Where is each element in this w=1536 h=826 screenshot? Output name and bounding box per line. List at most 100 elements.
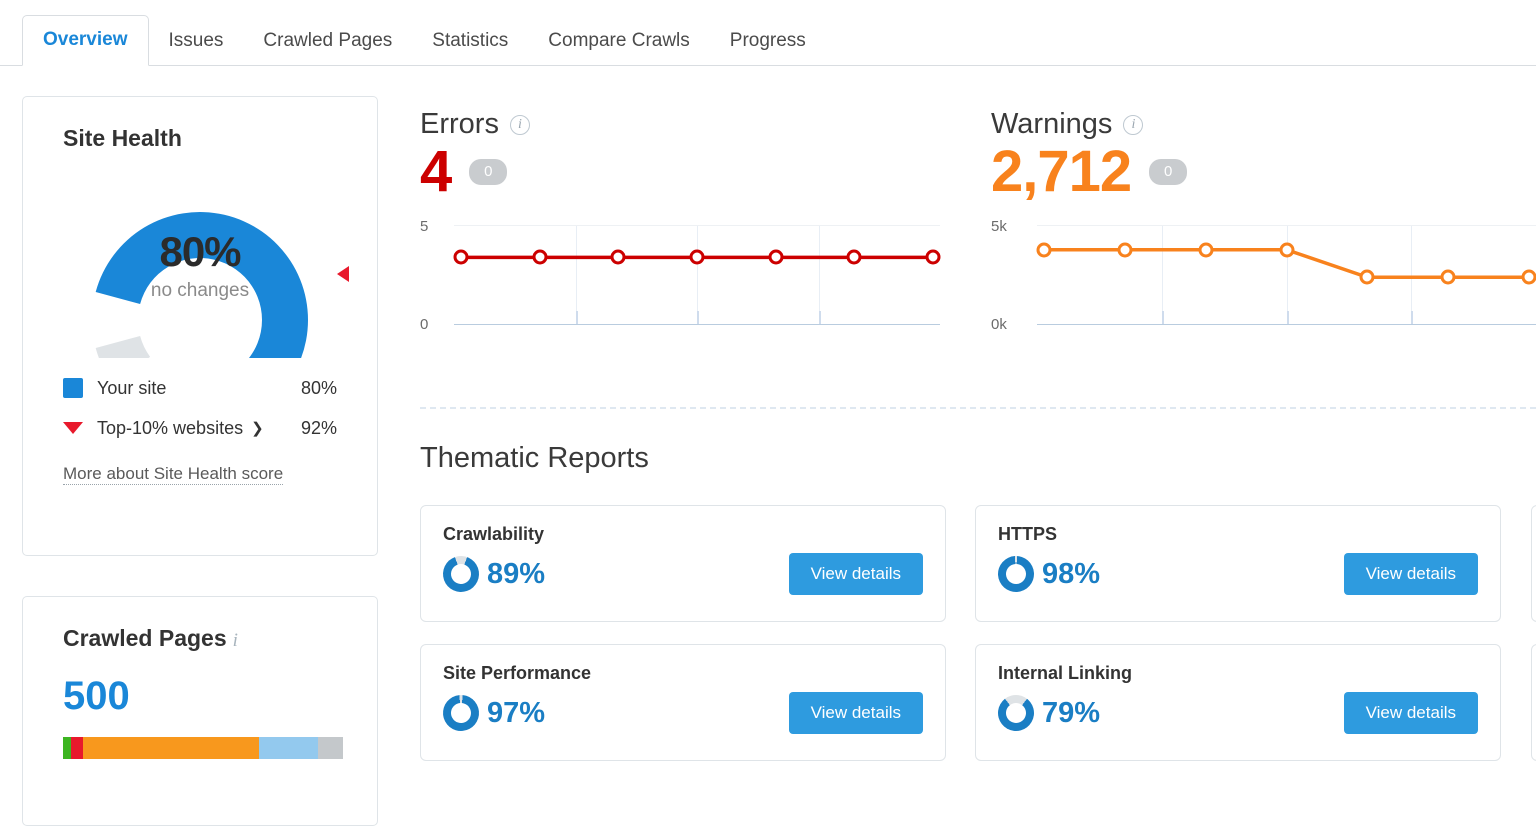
errors-metric: Errors i 4 0 5 0: [420, 108, 940, 335]
thematic-reports-title: Thematic Reports: [420, 442, 649, 475]
chart-data-point[interactable]: [1360, 270, 1375, 285]
crawled-pages-label: Crawled Pages: [63, 625, 227, 651]
card-title: Internal Linking: [976, 645, 1500, 684]
stack-segment-gray: [318, 737, 343, 759]
warnings-plot-area: [1037, 225, 1536, 325]
chart-series-line: [1037, 226, 1536, 325]
thematic-card-internal-linking[interactable]: Internal Linking 79% View details: [975, 644, 1501, 761]
site-health-legend: Your site 80% Top-10% websites ❯ 92%: [63, 368, 337, 448]
chart-data-point[interactable]: [454, 250, 469, 265]
tab-issues[interactable]: Issues: [149, 31, 244, 66]
card-title: HTTPS: [976, 506, 1500, 545]
chart-data-point[interactable]: [768, 250, 783, 265]
legend-label-top10: Top-10% websites: [97, 418, 243, 439]
thematic-card-crawlability[interactable]: Crawlability 89% View details: [420, 505, 946, 622]
card-body: 89% View details: [421, 545, 945, 595]
site-health-title: Site Health: [23, 97, 377, 152]
site-health-panel: Site Health 80% no changes Your site 80%…: [22, 96, 378, 556]
warnings-count-row: 2,712 0: [991, 143, 1536, 201]
stack-segment-light-blue: [259, 737, 318, 759]
warnings-delta-badge: 0: [1149, 159, 1187, 185]
crawled-pages-title: Crawled Pages i: [23, 597, 377, 652]
chart-data-point[interactable]: [532, 250, 547, 265]
section-divider: [420, 407, 1536, 409]
progress-ring-icon: [997, 555, 1035, 593]
card-percent: 79%: [1042, 697, 1100, 730]
more-about-site-health-link[interactable]: More about Site Health score: [63, 464, 283, 485]
card-title: Crawlability: [421, 506, 945, 545]
stack-segment-red: [71, 737, 82, 759]
chart-series-line: [454, 226, 940, 325]
tab-crawled-pages[interactable]: Crawled Pages: [243, 31, 412, 66]
tab-bar: Overview Issues Crawled Pages Statistics…: [0, 0, 1536, 66]
thematic-card-https[interactable]: HTTPS 98% View details: [975, 505, 1501, 622]
errors-ytick-bottom: 0: [420, 316, 428, 333]
card-percent: 98%: [1042, 558, 1100, 591]
progress-ring-icon: [991, 688, 1042, 739]
chart-data-point[interactable]: [611, 250, 626, 265]
stack-segment-green: [63, 737, 71, 759]
errors-header: Errors i: [420, 108, 940, 141]
chart-data-point[interactable]: [1037, 242, 1052, 257]
warnings-ytick-bottom: 0k: [991, 316, 1007, 333]
tab-progress[interactable]: Progress: [710, 31, 826, 66]
errors-count-row: 4 0: [420, 143, 940, 201]
tab-overview[interactable]: Overview: [22, 15, 149, 66]
gauge-svg: [55, 170, 345, 358]
stack-segment-orange: [83, 737, 259, 759]
benchmark-marker-icon: [337, 266, 349, 282]
chart-data-point[interactable]: [1198, 242, 1213, 257]
warnings-chart: 5k 0k: [991, 225, 1536, 335]
card-percent: 97%: [487, 697, 545, 730]
card-body: 97% View details: [421, 684, 945, 734]
crawled-pages-count: 500: [23, 652, 377, 719]
errors-delta-badge: 0: [469, 159, 507, 185]
info-icon[interactable]: i: [510, 115, 530, 135]
thematic-card-partial-top[interactable]: [1531, 505, 1536, 622]
warnings-count: 2,712: [991, 143, 1131, 201]
crawled-pages-stacked-bar: [63, 737, 343, 759]
tab-statistics[interactable]: Statistics: [412, 31, 528, 66]
chart-data-point[interactable]: [690, 250, 705, 265]
info-icon[interactable]: i: [1123, 115, 1143, 135]
progress-ring-icon: [441, 693, 480, 732]
warnings-header: Warnings i: [991, 108, 1536, 141]
card-title: Site Performance: [421, 645, 945, 684]
warnings-metric: Warnings i 2,712 0 5k 0k: [991, 108, 1536, 335]
view-details-button[interactable]: View details: [1344, 553, 1478, 595]
thematic-card-site-performance[interactable]: Site Performance 97% View details: [420, 644, 946, 761]
legend-value-top10: 92%: [301, 418, 337, 439]
chart-data-point[interactable]: [1441, 270, 1456, 285]
tab-compare-crawls[interactable]: Compare Crawls: [528, 31, 709, 66]
card-body: 98% View details: [976, 545, 1500, 595]
errors-chart: 5 0: [420, 225, 940, 335]
card-body: 79% View details: [976, 684, 1500, 734]
legend-label-your-site: Your site: [97, 378, 166, 399]
chart-data-point[interactable]: [926, 250, 941, 265]
chart-data-point[interactable]: [847, 250, 862, 265]
view-details-button[interactable]: View details: [1344, 692, 1478, 734]
legend-value-your-site: 80%: [301, 378, 337, 399]
view-details-button[interactable]: View details: [789, 553, 923, 595]
warnings-title: Warnings: [991, 108, 1112, 141]
legend-row-top10[interactable]: Top-10% websites ❯ 92%: [63, 408, 337, 448]
card-percent: 89%: [487, 558, 545, 591]
errors-ytick-top: 5: [420, 218, 428, 235]
errors-plot-area: [454, 225, 940, 325]
chart-data-point[interactable]: [1522, 270, 1536, 285]
warnings-ytick-top: 5k: [991, 218, 1007, 235]
chart-data-point[interactable]: [1117, 242, 1132, 257]
site-health-gauge: 80% no changes: [55, 170, 345, 358]
errors-title: Errors: [420, 108, 499, 141]
view-details-button[interactable]: View details: [789, 692, 923, 734]
chart-data-point[interactable]: [1279, 242, 1294, 257]
legend-row-your-site: Your site 80%: [63, 368, 337, 408]
info-icon[interactable]: i: [233, 630, 238, 651]
thematic-card-partial-bottom[interactable]: [1531, 644, 1536, 761]
blue-square-icon: [63, 378, 83, 398]
chevron-down-icon[interactable]: ❯: [251, 419, 264, 437]
red-triangle-icon: [63, 422, 83, 434]
progress-ring-icon: [438, 551, 484, 597]
errors-count: 4: [420, 143, 451, 201]
crawled-pages-panel: Crawled Pages i 500: [22, 596, 378, 826]
